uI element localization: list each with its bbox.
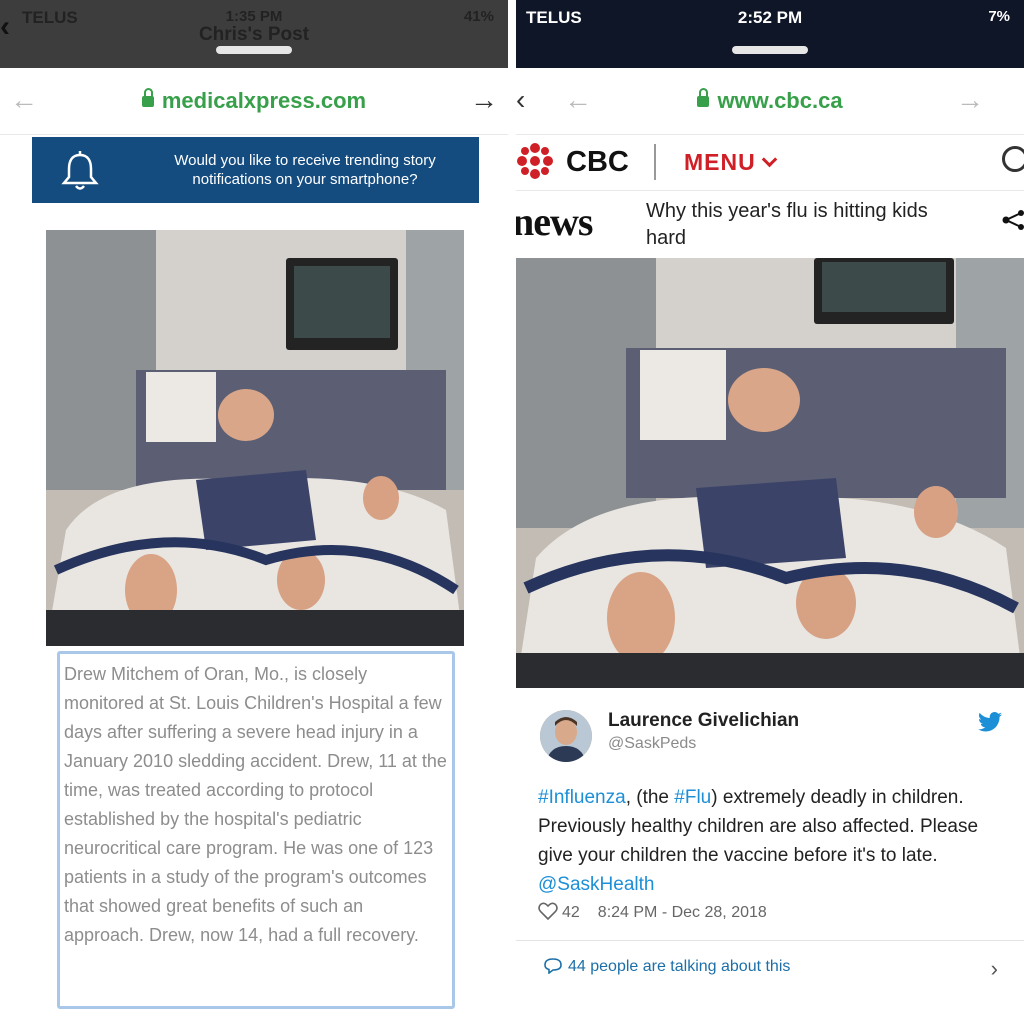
- right-screenshot: TELUS 2:52 PM 7% ‹ ← www.cbc.ca → CBC ME…: [516, 0, 1024, 1024]
- hospital-photo: [46, 230, 464, 646]
- cbc-gem-icon[interactable]: [516, 142, 554, 180]
- drag-handle[interactable]: [216, 46, 292, 54]
- panel-divider: [508, 0, 516, 1024]
- conversation-link[interactable]: 44 people are talking about this: [544, 958, 790, 976]
- news-row: news Why this year's flu is hitting kids…: [516, 192, 1024, 254]
- header-separator: [654, 144, 656, 180]
- like-count: 42: [562, 904, 580, 921]
- mention-link[interactable]: @SaskHealth: [538, 874, 654, 895]
- share-icon[interactable]: [1002, 210, 1024, 230]
- photo-caption: Drew Mitchem of Oran, Mo., is closely mo…: [57, 651, 455, 1009]
- left-screenshot: ‹ TELUS 1:35 PM Chris's Post 41% ← medic…: [0, 0, 508, 1024]
- menu-button[interactable]: MENU: [684, 149, 778, 176]
- forward-arrow-icon[interactable]: →: [470, 84, 498, 116]
- url-text: www.cbc.ca: [717, 88, 843, 113]
- chevron-down-icon: [761, 151, 778, 168]
- avatar[interactable]: [540, 710, 592, 762]
- article-headline: Why this year's flu is hitting kids hard: [646, 200, 928, 249]
- lock-icon: [141, 88, 154, 107]
- chevron-right-icon[interactable]: ›: [991, 956, 998, 982]
- battery-level: 41%: [463, 8, 494, 25]
- cbc-brand[interactable]: CBC: [566, 146, 629, 179]
- heart-icon[interactable]: [538, 902, 558, 920]
- url-bar[interactable]: ← medicalxpress.com →: [0, 68, 508, 135]
- status-bar: ‹ TELUS 1:35 PM Chris's Post 41%: [0, 0, 508, 68]
- tweet-text: #Influenza, (the #Flu) extremely deadly …: [538, 787, 979, 895]
- notification-text: Would you like to receive trending story…: [174, 152, 436, 188]
- url-text: medicalxpress.com: [161, 88, 367, 113]
- news-section-logo[interactable]: news: [516, 198, 593, 245]
- tweet-author-handle[interactable]: @SaskPeds: [608, 735, 696, 753]
- url-bar[interactable]: ‹ ← www.cbc.ca →: [516, 68, 1024, 135]
- hospital-photo: [516, 258, 1024, 688]
- tweet-author-name[interactable]: Laurence Givelichian: [608, 710, 799, 732]
- cbc-header: CBC MENU: [516, 134, 1024, 191]
- speech-bubble-icon: [544, 958, 562, 974]
- status-time: 2:52 PM: [737, 8, 803, 27]
- status-time: 1:35 PM: [225, 8, 283, 25]
- hashtag-influenza[interactable]: #Influenza: [538, 787, 626, 808]
- notification-banner[interactable]: Would you like to receive trending story…: [32, 137, 479, 203]
- forward-arrow-icon[interactable]: →: [956, 84, 984, 116]
- tweet-timestamp[interactable]: 8:24 PM - Dec 28, 2018: [598, 904, 767, 921]
- conversation-label: 44 people are talking about this: [568, 958, 791, 975]
- twitter-bird-icon[interactable]: [978, 712, 1002, 732]
- caption-text: Drew Mitchem of Oran, Mo., is closely mo…: [64, 664, 447, 945]
- lock-icon: [697, 88, 710, 107]
- hashtag-flu[interactable]: #Flu: [674, 787, 711, 808]
- search-icon[interactable]: [1002, 146, 1024, 172]
- tweet-meta: 42 8:24 PM - Dec 28, 2018: [538, 902, 767, 922]
- battery-level: 7%: [988, 8, 1010, 25]
- embedded-tweet[interactable]: Laurence Givelichian @SaskPeds #Influenz…: [516, 690, 1024, 1024]
- bell-icon: [61, 151, 99, 190]
- post-title: Chris's Post: [198, 24, 310, 45]
- status-bar: TELUS 2:52 PM 7%: [516, 0, 1024, 68]
- drag-handle[interactable]: [732, 46, 808, 54]
- menu-label: MENU: [684, 149, 756, 175]
- tweet-divider: [516, 940, 1024, 941]
